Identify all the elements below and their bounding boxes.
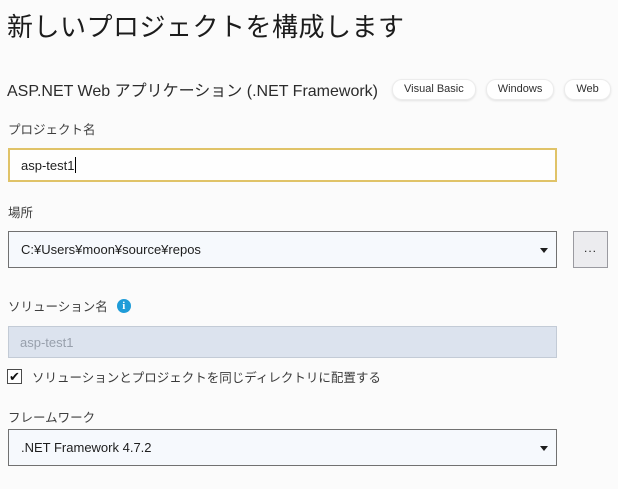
framework-combobox[interactable]: .NET Framework 4.7.2 <box>8 429 557 466</box>
solution-name-label-row: ソリューション名 i <box>8 296 131 315</box>
location-label: 場所 <box>8 202 33 221</box>
template-name: ASP.NET Web アプリケーション (.NET Framework) <box>7 77 378 101</box>
tag-project-type: Web <box>564 79 610 100</box>
info-icon[interactable]: i <box>117 299 131 313</box>
chevron-down-icon[interactable] <box>540 248 548 253</box>
template-header: ASP.NET Web アプリケーション (.NET Framework) Vi… <box>7 77 611 101</box>
same-directory-checkbox-label[interactable]: ソリューションとプロジェクトを同じディレクトリに配置する <box>32 367 381 386</box>
solution-name-label: ソリューション名 <box>8 296 108 315</box>
project-name-label: プロジェクト名 <box>8 119 96 138</box>
chevron-down-icon[interactable] <box>540 446 548 451</box>
solution-name-value: asp-test1 <box>20 335 73 350</box>
same-directory-checkbox-row[interactable]: ✔ ソリューションとプロジェクトを同じディレクトリに配置する <box>7 367 381 386</box>
tag-platform: Windows <box>486 79 555 100</box>
location-value: C:¥Users¥moon¥source¥repos <box>21 242 532 257</box>
page-title: 新しいプロジェクトを構成します <box>7 7 405 44</box>
framework-label: フレームワーク <box>8 407 95 426</box>
framework-value: .NET Framework 4.7.2 <box>21 440 532 455</box>
project-name-value: asp-test1 <box>21 158 74 173</box>
solution-name-input: asp-test1 <box>8 326 557 358</box>
checkbox-checked-icon[interactable]: ✔ <box>7 369 22 384</box>
tag-language: Visual Basic <box>392 79 476 100</box>
template-tag-list: Visual Basic Windows Web <box>392 79 611 100</box>
location-combobox[interactable]: C:¥Users¥moon¥source¥repos <box>8 231 557 268</box>
browse-location-button[interactable]: ... <box>573 231 608 268</box>
text-caret <box>75 157 76 173</box>
project-name-input[interactable]: asp-test1 <box>8 148 557 182</box>
